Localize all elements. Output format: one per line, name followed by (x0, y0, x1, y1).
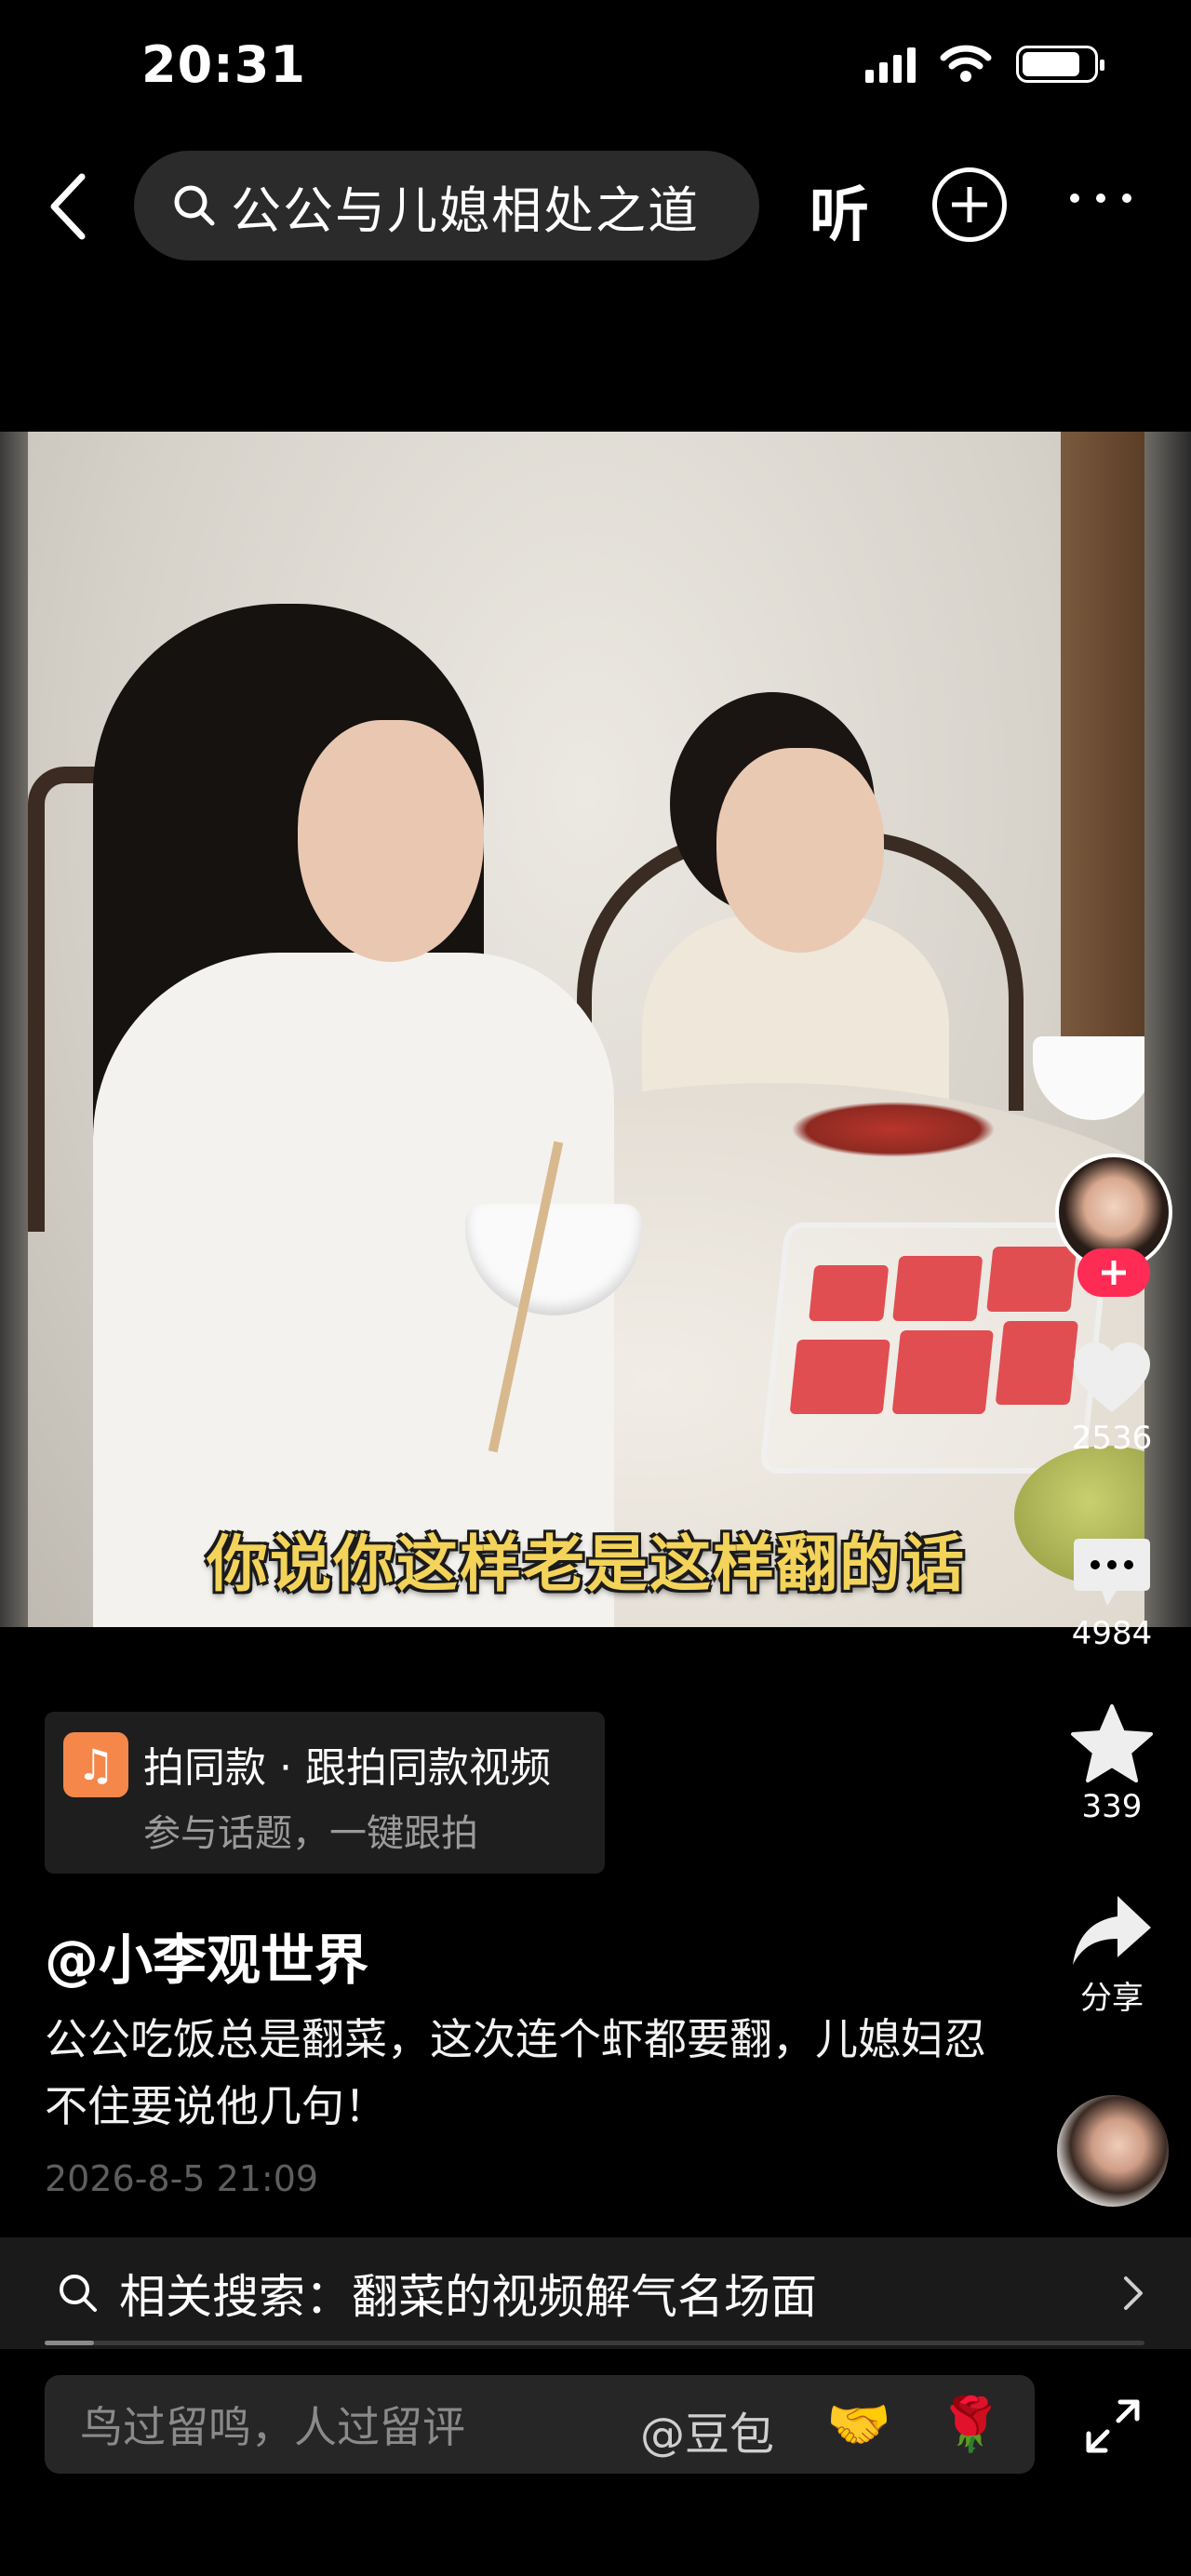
search-query-text: 公公与儿媳相处之道 (231, 180, 700, 240)
comment-placeholder: 鸟过留鸣，人过留评 (80, 2402, 465, 2452)
mention-doubao-button[interactable]: @豆包 (640, 2397, 774, 2463)
like-button[interactable]: 2536 (1051, 1340, 1172, 1457)
chevron-right-icon (1124, 2276, 1143, 2310)
rose-emoji-button[interactable]: 🌹 (938, 2394, 1003, 2455)
video-progress-bar[interactable] (45, 2341, 1144, 2345)
music-note-icon: ♫ (63, 1732, 128, 1797)
listen-button[interactable]: 听 (810, 167, 869, 253)
shoot-same-title: 拍同款 · 跟拍同款视频 (143, 1744, 551, 1792)
add-button[interactable] (932, 167, 1007, 242)
video-progress-fill (45, 2341, 95, 2345)
status-icons (865, 45, 1104, 84)
video-scene-door (1061, 432, 1144, 1083)
video-scene-crawfish (791, 1101, 996, 1157)
battery-icon (1016, 46, 1104, 83)
author-name[interactable]: @小李观世界 (45, 1916, 368, 1995)
favorite-count: 339 (1081, 1788, 1143, 1825)
cellular-signal-icon (865, 46, 916, 83)
status-time: 20:31 (141, 35, 306, 94)
follow-button[interactable] (1077, 1248, 1150, 1297)
back-arrow-icon[interactable] (43, 169, 99, 244)
share-label: 分享 (1080, 1980, 1144, 2017)
share-arrow-icon (1073, 1896, 1151, 1965)
video-subtitle: 你说你这样老是这样翻的话 (207, 1528, 966, 1600)
comment-button[interactable]: 4984 (1051, 1535, 1172, 1652)
shoot-same-subtitle: 参与话题，一键跟拍 (143, 1812, 478, 1855)
video-scene-girl-face (716, 748, 884, 953)
share-button[interactable]: 分享 (1051, 1892, 1172, 2018)
heart-icon (1074, 1342, 1150, 1412)
search-bar[interactable]: 公公与儿媳相处之道 (134, 151, 759, 260)
handshake-emoji-button[interactable]: 🤝 (826, 2394, 891, 2455)
related-search-bar[interactable]: 相关搜索：翻菜的视频解气名场面 (0, 2237, 1191, 2349)
comment-input[interactable]: 鸟过留鸣，人过留评 @豆包 🤝 🌹 (45, 2375, 1035, 2474)
comment-icon (1074, 1539, 1150, 1606)
post-description: 公公吃饭总是翻菜，这次连个虾都要翻，儿媳妇忍不住要说他几句！ (45, 2014, 986, 2131)
expand-icon[interactable] (1083, 2396, 1143, 2456)
star-icon (1071, 1704, 1153, 1782)
search-icon (174, 185, 215, 226)
shoot-same-card[interactable]: ♫ 拍同款 · 跟拍同款视频 参与话题，一键跟拍 (45, 1712, 605, 1874)
video-player[interactable]: 你说你这样老是这样翻的话 (28, 432, 1144, 1627)
music-disc-avatar[interactable] (1057, 2095, 1169, 2207)
video-edge-left (0, 432, 28, 1627)
more-options-icon[interactable] (1070, 194, 1131, 203)
like-count: 2536 (1071, 1420, 1153, 1457)
wifi-icon (940, 45, 992, 82)
favorite-button[interactable]: 339 (1051, 1702, 1172, 1825)
video-scene-woman-face (298, 720, 484, 962)
related-search-text: 相关搜索：翻菜的视频解气名场面 (119, 2270, 817, 2324)
comment-count: 4984 (1071, 1615, 1153, 1652)
search-icon (60, 2275, 97, 2312)
post-time: 2026-8-5 21:09 (45, 2158, 319, 2199)
